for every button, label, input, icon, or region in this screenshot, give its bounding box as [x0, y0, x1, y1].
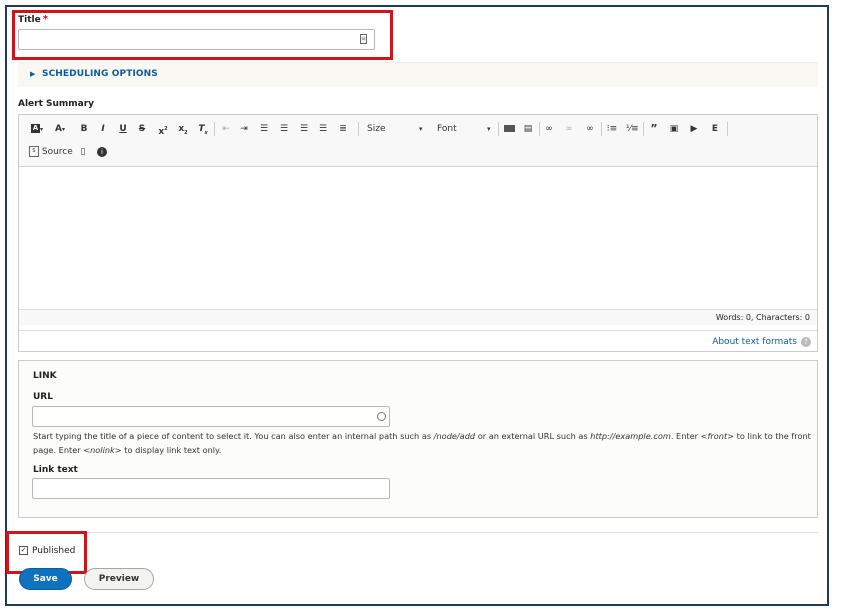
url-input[interactable]: [32, 406, 390, 427]
help-example-node: /node/add: [433, 431, 476, 441]
underline-button[interactable]: U: [117, 122, 129, 136]
chevron-down-icon: ▾: [419, 125, 423, 133]
url-help-text: Start typing the title of a piece of con…: [33, 429, 813, 457]
align-left-icon[interactable]: ☰: [317, 122, 329, 136]
alert-summary-label: Alert Summary: [18, 99, 95, 109]
link-fieldset: LINK URL Start typing the title of a pie…: [18, 360, 818, 518]
autocomplete-icon: [377, 412, 386, 421]
rich-text-editor: A ▾ A▾ B I U S x2 x2 Tx ⇤ ⇥ ☰ ☰ ☰ ☰ ≣ Siz…: [18, 114, 818, 352]
chevron-down-icon: ▾: [487, 125, 491, 133]
text-format-row: About text formats?: [19, 330, 817, 353]
bold-button[interactable]: B: [78, 122, 90, 136]
help-text-part: . Enter: [670, 431, 701, 441]
help-text-part: Start typing the title of a piece of con…: [33, 431, 434, 441]
unlink-icon[interactable]: ∞: [563, 122, 575, 136]
accessibility-icon[interactable]: i: [96, 145, 108, 159]
font-family-label: Font: [437, 124, 457, 134]
align-center-icon[interactable]: ☰: [258, 122, 270, 136]
table-icon[interactable]: ▤: [522, 122, 534, 136]
scheduling-options-label: SCHEDULING OPTIONS: [42, 69, 158, 79]
bulleted-list-icon[interactable]: ⁝≡: [606, 122, 618, 136]
save-button[interactable]: Save: [19, 568, 72, 590]
media-icon[interactable]: ▶: [688, 122, 700, 136]
font-size-label: Size: [367, 124, 386, 134]
help-example-front: <front>: [700, 431, 735, 441]
italic-button[interactable]: I: [97, 122, 109, 136]
anchor-icon[interactable]: ∞: [583, 122, 597, 136]
embed-icon[interactable]: [503, 122, 515, 136]
subscript-button[interactable]: x2: [176, 122, 190, 136]
help-text-part: or an external URL such as: [475, 431, 591, 441]
source-button[interactable]: S Source: [29, 145, 73, 159]
blockquote-icon[interactable]: ”: [648, 122, 660, 136]
indent-icon[interactable]: ⇥: [238, 122, 250, 136]
document-icon[interactable]: ▯: [77, 145, 89, 159]
link-icon[interactable]: ∞: [543, 122, 555, 136]
superscript-button[interactable]: x2: [156, 122, 170, 137]
remove-format-button[interactable]: Tx: [196, 122, 210, 136]
outdent-icon[interactable]: ⇤: [220, 122, 232, 136]
image-icon[interactable]: ▣: [668, 122, 680, 136]
background-color-button[interactable]: A▾: [51, 122, 69, 136]
scheduling-options-toggle[interactable]: ▶ SCHEDULING OPTIONS: [18, 62, 818, 87]
help-icon: ?: [801, 336, 811, 347]
strikethrough-button[interactable]: S: [136, 122, 148, 136]
numbered-list-icon[interactable]: ⅟≡: [626, 122, 639, 136]
align-justify-icon[interactable]: ☰: [278, 122, 290, 136]
about-text-formats-link[interactable]: About text formats: [712, 337, 797, 347]
source-icon: S: [29, 146, 39, 157]
text-color-button[interactable]: A ▾: [27, 122, 47, 136]
url-label: URL: [33, 392, 53, 402]
help-example-url: http://example.com: [590, 431, 671, 441]
word-count: Words: 0, Characters: 0: [19, 309, 817, 325]
help-text-part: to display link text only.: [121, 445, 222, 455]
divider: [18, 532, 818, 533]
link-legend: LINK: [33, 371, 57, 381]
help-example-nolink: <nolink>: [83, 445, 122, 455]
link-text-label: Link text: [33, 465, 78, 475]
editor-toolbar: A ▾ A▾ B I U S x2 x2 Tx ⇤ ⇥ ☰ ☰ ☰ ☰ ≣ Siz…: [19, 115, 817, 167]
preview-button[interactable]: Preview: [84, 568, 154, 590]
entity-embed-icon[interactable]: E: [709, 122, 721, 136]
word-count-text: Words: 0, Characters: 0: [715, 313, 810, 322]
link-text-input[interactable]: [32, 478, 390, 499]
title-highlight-box: [12, 10, 393, 60]
horizontal-rule-icon[interactable]: ≣: [337, 122, 349, 136]
font-family-select[interactable]: Font ▾: [437, 122, 495, 136]
source-label: Source: [41, 147, 73, 157]
editor-content-area[interactable]: [19, 167, 817, 309]
expand-triangle-icon: ▶: [30, 70, 36, 78]
align-right-icon[interactable]: ☰: [298, 122, 310, 136]
font-size-select[interactable]: Size ▾: [367, 122, 427, 136]
